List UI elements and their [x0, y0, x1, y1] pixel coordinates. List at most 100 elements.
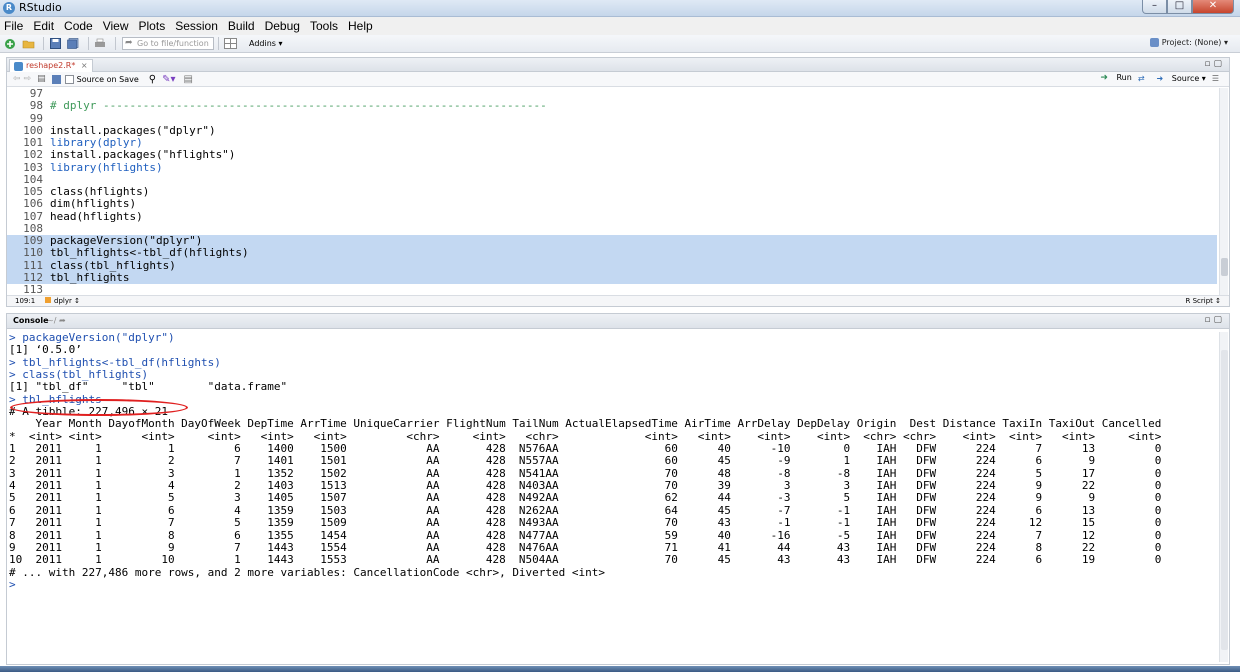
menu-edit[interactable]: Edit — [33, 19, 54, 33]
console-output[interactable]: > packageVersion("dplyr") [1] ‘0.5.0’ > tb… — [7, 332, 1217, 662]
show-in-window-icon[interactable]: ▤ — [37, 74, 46, 84]
console-output-line: [1] "tbl_df" "tbl" "data.frame" — [9, 380, 288, 394]
working-dir-label: ~/ — [47, 316, 57, 325]
source-on-save-checkbox[interactable]: Source on Save — [64, 74, 139, 84]
code-line[interactable]: 98 # dplyr ------------------------------… — [7, 99, 1217, 113]
run-icon: ➜ — [1100, 73, 1108, 83]
menu-file[interactable]: File — [4, 19, 23, 33]
menu-build[interactable]: Build — [228, 19, 255, 33]
code-line[interactable]: 104 — [7, 173, 1217, 186]
menu-debug[interactable]: Debug — [265, 19, 300, 33]
line-number: 98 — [29, 99, 43, 113]
menu-plots[interactable]: Plots — [139, 19, 166, 33]
maximize-icon[interactable]: □ — [1167, 0, 1192, 14]
working-dir[interactable]: ~/ ➦ — [47, 316, 66, 325]
code-text: class(tbl_hflights) — [50, 258, 176, 272]
rerun-icon[interactable]: ⇄ — [1138, 74, 1145, 83]
compile-report-icon[interactable]: ▤ — [184, 74, 193, 85]
code-line[interactable]: 110 tbl_hflights<-tbl_df(hflights) — [7, 246, 1217, 260]
editor-tab-bar: reshape2.R* × ▫▢ — [7, 58, 1229, 72]
source-label: Source — [1171, 73, 1200, 83]
rstudio-logo-icon: R — [3, 2, 15, 14]
save-all-icon[interactable] — [66, 38, 80, 50]
run-button[interactable]: ➜ Run — [1094, 73, 1131, 83]
console-output-line: 2 2011 1 2 7 1401 1501 AA 428 N557AA 60 … — [9, 454, 1162, 468]
scroll-thumb[interactable] — [1221, 350, 1228, 650]
file-type-label: R Script — [1185, 297, 1213, 305]
window-controls: – □ ✕ — [1142, 0, 1234, 15]
toolbar-divider — [115, 37, 116, 50]
minimize-icon[interactable]: – — [1142, 0, 1167, 14]
menu-view[interactable]: View — [103, 19, 129, 33]
checkbox-icon — [64, 74, 74, 84]
find-icon[interactable]: ⚲ — [149, 74, 156, 85]
menu-tools[interactable]: Tools — [310, 19, 338, 33]
code-text: library(hflights) — [50, 160, 163, 174]
project-menu[interactable]: Project: (None) ▾ — [1149, 38, 1228, 47]
console-scrollbar[interactable] — [1219, 332, 1228, 662]
editor-scrollbar[interactable] — [1219, 88, 1228, 296]
main-toolbar: ➦ Go to file/function Addins ▾ Project: … — [0, 35, 1240, 53]
new-file-icon[interactable] — [3, 38, 17, 50]
addins-menu[interactable]: Addins ▾ — [249, 39, 283, 48]
line-number: 99 — [29, 111, 43, 125]
back-arrow-icon[interactable]: ⇦ — [13, 74, 21, 84]
pane-layout-icon[interactable] — [223, 38, 237, 50]
pane-controls[interactable]: ▫▢ — [1204, 59, 1225, 69]
console-command: > tbl_hflights — [9, 392, 102, 406]
toolbar-divider — [88, 37, 89, 50]
console-pane: Console ~/ ➦ ▫▢ > packageVersion("dplyr"… — [6, 313, 1230, 665]
tab-reshape2[interactable]: reshape2.R* × — [9, 59, 93, 72]
file-type-indicator[interactable]: R Script ↕ — [1186, 296, 1222, 306]
code-area[interactable]: 97 98 # dplyr ----------------------------… — [7, 88, 1217, 296]
menu-bar: File Edit Code View Plots Session Build … — [0, 17, 1240, 35]
editor-status-bar: 109:1 dplyr ↕ R Script ↕ — [7, 295, 1229, 306]
addins-label: Addins — [249, 39, 276, 48]
code-line[interactable]: 112 tbl_hflights — [7, 271, 1217, 284]
open-folder-icon[interactable] — [21, 38, 35, 50]
scope-indicator[interactable]: dplyr ↕ — [45, 296, 80, 306]
source-editor-pane: reshape2.R* × ▫▢ ⇦ ⇨ ▤ Source on Save ⚲ … — [6, 57, 1230, 307]
outline-icon[interactable]: ☰ — [1212, 74, 1219, 83]
taskbar — [0, 666, 1240, 672]
code-line[interactable]: 106 dim(hflights) — [7, 197, 1217, 211]
goto-arrow-icon: ➦ — [125, 38, 133, 48]
print-icon[interactable] — [93, 38, 107, 50]
forward-arrow-icon[interactable]: ⇨ — [24, 74, 32, 84]
code-text: install.packages("hflights") — [50, 148, 236, 162]
close-icon[interactable]: ✕ — [1192, 0, 1234, 14]
close-tab-icon[interactable]: × — [81, 61, 88, 70]
code-line[interactable]: 105 class(hflights) — [7, 185, 1217, 198]
editor-toolbar: ⇦ ⇨ ▤ Source on Save ⚲ ✎▾ ▤ ➜ Run ⇄ ➜ So… — [7, 72, 1229, 87]
toolbar-divider — [43, 37, 44, 50]
code-line[interactable]: 103 library(hflights) — [7, 160, 1217, 174]
line-number: 111 — [23, 258, 43, 272]
line-number: 110 — [23, 246, 43, 260]
source-button[interactable]: ➜ Source ▾ — [1151, 74, 1206, 83]
console-command: > packageVersion("dplyr") — [9, 332, 175, 344]
code-tools-icon[interactable]: ✎▾ — [162, 74, 175, 85]
source-icon: ➜ — [1156, 73, 1164, 83]
line-number: 107 — [23, 209, 43, 223]
console-header: Console ~/ ➦ ▫▢ — [7, 314, 1229, 329]
console-pane-controls[interactable]: ▫▢ — [1204, 315, 1225, 325]
code-line[interactable]: 107 head(hflights) — [7, 209, 1217, 223]
console-output-line: # ... with 227,486 more rows, and 2 more… — [9, 565, 606, 579]
save-icon[interactable] — [48, 38, 62, 50]
code-text: dim(hflights) — [50, 197, 137, 211]
toolbar-divider — [218, 37, 219, 50]
save-file-icon[interactable] — [51, 74, 61, 84]
code-line[interactable]: 99 — [7, 111, 1217, 125]
r-file-icon — [14, 62, 23, 71]
code-line[interactable]: 102 install.packages("hflights") — [7, 148, 1217, 162]
menu-code[interactable]: Code — [64, 19, 93, 33]
go-to-file-input[interactable]: ➦ Go to file/function — [122, 37, 214, 50]
code-line[interactable]: 111 class(tbl_hflights) — [7, 258, 1217, 272]
menu-help[interactable]: Help — [348, 19, 373, 33]
scroll-thumb[interactable] — [1221, 258, 1228, 276]
menu-session[interactable]: Session — [175, 19, 218, 33]
section-icon — [45, 297, 51, 303]
scope-label: dplyr — [54, 297, 72, 305]
code-line[interactable]: 100 install.packages("dplyr") — [7, 124, 1217, 137]
console-label[interactable]: Console — [13, 316, 49, 325]
